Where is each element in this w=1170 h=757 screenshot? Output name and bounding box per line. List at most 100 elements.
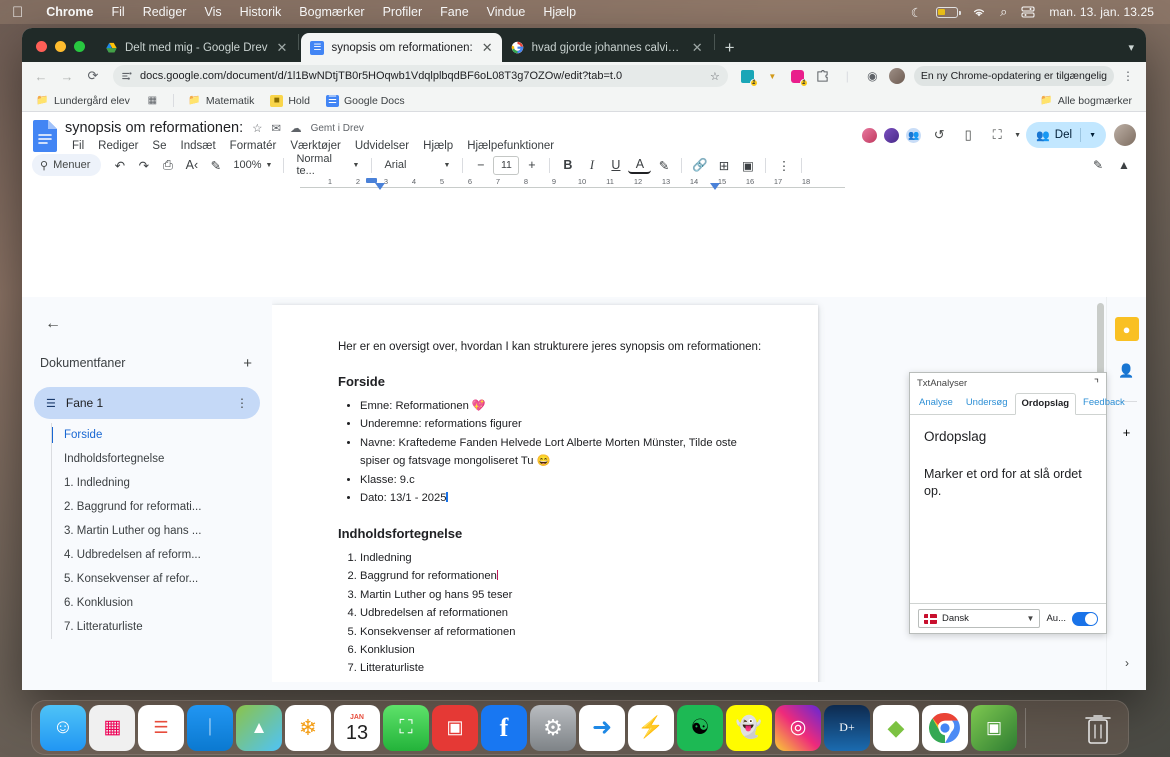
docs-menu-hjaelp[interactable]: Hjælp — [416, 139, 460, 153]
docs-menu-rediger[interactable]: Rediger — [91, 139, 145, 153]
menus-search-button[interactable]: ⚲ Menuer — [32, 154, 102, 176]
dock-app-snapchat[interactable]: 👻 — [726, 704, 772, 751]
highlight-color-icon[interactable]: ✎ — [652, 154, 675, 176]
outline-item-konsekvenser[interactable]: 5. Konsekvenser af refor... — [52, 567, 272, 591]
forward-icon[interactable]: → — [56, 65, 78, 87]
dock-app-safari[interactable]: ➜ — [579, 704, 625, 751]
undo-icon[interactable]: ↶ — [108, 154, 131, 176]
dock-app-instagram[interactable]: ◎ — [775, 704, 821, 751]
dock-app-finder[interactable]: ☺ — [40, 704, 86, 751]
dock-app-calendar[interactable]: JAN 13 — [334, 704, 380, 751]
dock-app-settings[interactable]: ⚙ — [530, 704, 576, 751]
chevron-down-icon[interactable]: ▼ — [762, 66, 783, 87]
star-icon[interactable]: ☆ — [252, 121, 262, 135]
tab-feedback[interactable]: Feedback — [1077, 393, 1131, 414]
outline-item-konklusion[interactable]: 6. Konklusion — [52, 591, 272, 615]
add-side-panel-app-button[interactable]: + — [1115, 420, 1139, 444]
dock-app-reminders[interactable]: ☰ — [138, 704, 184, 751]
document-ruler[interactable]: 1 2 3 4 5 6 7 8 9 10 11 12 13 14 15 16 1… — [300, 177, 845, 193]
menu-item-vindue[interactable]: Vindue — [478, 5, 535, 19]
bookmark-apps-grid[interactable]: ▦ — [140, 93, 165, 109]
bookmark-hold[interactable]: ■ Hold — [264, 93, 316, 109]
dock-app-disney-plus[interactable]: D+ — [824, 704, 870, 751]
incognito-or-plugin-icon[interactable]: ◉ — [862, 66, 883, 87]
extension-icon-1[interactable]: 1 — [737, 66, 758, 87]
new-tab-button[interactable]: + — [717, 39, 743, 62]
expand-panel-button[interactable]: › — [1116, 652, 1138, 674]
redo-icon[interactable]: ↷ — [132, 154, 155, 176]
text-color-button[interactable]: A — [628, 157, 652, 174]
docs-menu-udvidelser[interactable]: Udvidelser — [348, 139, 416, 153]
apple-menu-icon[interactable]:  — [12, 5, 23, 20]
outline-item-forside[interactable]: Forside — [52, 423, 272, 447]
insert-image-icon[interactable]: ▣ — [736, 154, 759, 176]
tab-undersoeg[interactable]: Undersøg — [960, 393, 1014, 414]
menu-item-hjaelp[interactable]: Hjælp — [534, 5, 585, 19]
editing-mode-pencil-icon[interactable]: ✎ — [1086, 154, 1110, 176]
share-button[interactable]: 👥 Del ▼ — [1026, 122, 1106, 148]
wifi-icon[interactable] — [972, 7, 986, 18]
dock-app-sims[interactable]: ◆ — [873, 704, 919, 751]
close-tab-icon[interactable]: ✕ — [692, 40, 703, 56]
menu-item-chrome[interactable]: Chrome — [37, 5, 102, 19]
add-tab-button[interactable]: + — [243, 355, 252, 372]
menu-bar-clock[interactable]: man. 13. jan. 13.25 — [1049, 5, 1154, 19]
back-icon[interactable]: ← — [30, 65, 52, 87]
dock-app-photobooth[interactable]: ▣ — [432, 704, 478, 751]
tab-analyse[interactable]: Analyse — [913, 393, 959, 414]
txtanalyser-title-bar[interactable]: TxtAnalyser ⌝ — [910, 373, 1106, 393]
outline-item-udbredelsen[interactable]: 4. Udbredelsen af reform... — [52, 543, 272, 567]
bookmark-google-docs[interactable]: ☰ Google Docs — [320, 93, 411, 109]
more-toolbar-options-icon[interactable]: ⋮ — [772, 154, 795, 176]
dock-trash[interactable] — [1076, 705, 1120, 751]
minimize-window-button[interactable] — [55, 41, 66, 52]
outline-item-indholdsfortegnelse[interactable]: Indholdsfortegnelse — [52, 447, 272, 471]
paragraph-style-selector[interactable]: Normal te... ▼ — [290, 153, 365, 177]
site-settings-icon[interactable] — [121, 70, 133, 82]
control-center-icon[interactable] — [1021, 6, 1035, 18]
contacts-icon[interactable]: 👤 — [1115, 359, 1139, 383]
font-family-selector[interactable]: Arial ▼ — [378, 154, 456, 176]
tab-ordopslag[interactable]: Ordopslag — [1014, 393, 1077, 415]
close-window-button[interactable] — [36, 41, 47, 52]
language-selector[interactable]: Dansk ▼ — [918, 609, 1041, 628]
docs-menu-fil[interactable]: Fil — [65, 139, 91, 153]
resize-corner-icon[interactable]: ⌝ — [1094, 377, 1099, 390]
hide-menus-chevron-icon[interactable]: ▲ — [1112, 154, 1136, 176]
tab-search-chevron-icon[interactable]: ▾ — [1116, 41, 1146, 62]
dock-app-maps[interactable]: ▲ — [236, 704, 282, 751]
menu-item-bogmaerker[interactable]: Bogmærker — [290, 5, 373, 19]
profile-avatar[interactable] — [887, 66, 908, 87]
bookmark-lundergaard[interactable]: 📁 Lundergård elev — [30, 93, 136, 109]
dock-app-app-store[interactable]: 𝄀 — [187, 704, 233, 751]
add-comment-icon[interactable]: ⊞ — [712, 154, 735, 176]
tab-options-icon[interactable]: ⋮ — [236, 396, 248, 410]
collaborator-overflow-icon[interactable]: 👥 — [905, 126, 923, 144]
do-not-disturb-icon[interactable]: ☾ — [911, 5, 922, 20]
right-indent-marker[interactable] — [710, 183, 720, 190]
google-keep-icon[interactable]: ● — [1114, 317, 1139, 341]
spellcheck-icon[interactable]: A‹ — [180, 154, 203, 176]
browser-tab-drive[interactable]: Delt med mig - Google Drev ✕ — [95, 33, 296, 62]
first-line-indent-marker[interactable] — [375, 183, 385, 190]
maximize-window-button[interactable] — [74, 41, 85, 52]
collaborator-avatar-2[interactable] — [883, 126, 901, 144]
bold-button[interactable]: B — [556, 154, 579, 176]
chevron-down-icon[interactable]: ▼ — [1089, 132, 1096, 139]
docs-menu-formater[interactable]: Formatér — [223, 139, 284, 153]
dock-app-facetime[interactable]: ⛶ — [383, 704, 429, 751]
bookmark-star-icon[interactable]: ☆ — [710, 70, 720, 83]
paint-format-icon[interactable]: ✎ — [204, 154, 227, 176]
reload-icon[interactable]: ⟳ — [82, 65, 104, 87]
document-tab-item[interactable]: ☰ Fane 1 ⋮ — [34, 387, 260, 419]
address-bar[interactable]: docs.google.com/document/d/1l1BwNDtjTB0r… — [113, 65, 728, 87]
account-avatar[interactable] — [1114, 124, 1136, 146]
dock-app-messenger[interactable]: ⚡ — [628, 704, 674, 751]
all-bookmarks-button[interactable]: 📁 Alle bogmærker — [1034, 93, 1138, 109]
menu-item-historik[interactable]: Historik — [231, 5, 291, 19]
extension-icon-2[interactable]: 1 — [787, 66, 808, 87]
outline-item-indledning[interactable]: 1. Indledning — [52, 471, 272, 495]
menu-item-fane[interactable]: Fane — [431, 5, 478, 19]
insert-link-icon[interactable]: 🔗 — [688, 154, 711, 176]
document-page[interactable]: Her er en oversigt over, hvordan I kan s… — [272, 305, 818, 690]
